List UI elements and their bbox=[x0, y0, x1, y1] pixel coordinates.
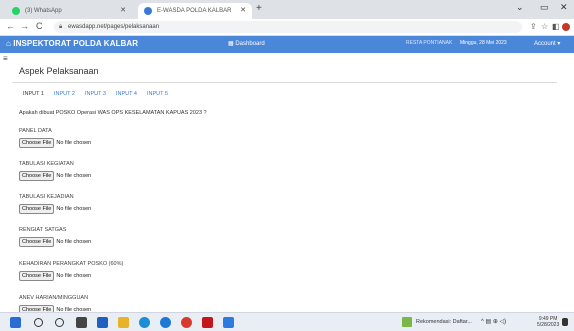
page-title: Aspek Pelaksanaan bbox=[19, 66, 99, 76]
date-label: Minggu, 28 Mei 2023 bbox=[460, 40, 507, 46]
notification-item[interactable]: Rekomendasi: Daftar... bbox=[402, 317, 472, 327]
url-bar[interactable]: 🔒︎ ewasdapp.net/pages/pelaksanaan bbox=[54, 21, 522, 33]
tab-whatsapp[interactable]: (3) WhatsApp ✕ bbox=[6, 3, 132, 19]
search-icon[interactable] bbox=[34, 318, 43, 327]
new-tab-button[interactable]: + bbox=[256, 3, 262, 14]
close-tab-icon[interactable]: ✕ bbox=[120, 6, 126, 14]
brand-text: INSPEKTORAT POLDA KALBAR bbox=[13, 39, 139, 48]
star-icon[interactable]: ☆ bbox=[541, 22, 548, 31]
no-file-text: No file chosen bbox=[56, 273, 92, 279]
field-label: TABULASI KEJADIAN bbox=[19, 194, 74, 200]
reload-icon[interactable]: C bbox=[36, 21, 43, 31]
tab-input-4[interactable]: INPUT 4 bbox=[112, 89, 141, 101]
app-navbar: ⌂ INSPEKTORAT POLDA KALBAR ▦ Dashboard R… bbox=[0, 36, 574, 53]
tab-input-1[interactable]: INPUT 1 bbox=[19, 89, 48, 101]
tab-input-3[interactable]: INPUT 3 bbox=[81, 89, 110, 101]
divider bbox=[12, 82, 557, 83]
close-tab-icon[interactable]: ✕ bbox=[240, 6, 246, 14]
no-file-text: No file chosen bbox=[56, 206, 92, 212]
share-icon[interactable]: ⇪ bbox=[530, 22, 537, 31]
field-label: PANEL DATA bbox=[19, 128, 52, 134]
field-label: TABULASI KEGIATAN bbox=[19, 161, 74, 167]
minimize-icon[interactable]: ⌄ bbox=[516, 2, 524, 13]
whatsapp-icon bbox=[12, 7, 20, 15]
forward-icon[interactable]: → bbox=[20, 21, 29, 31]
task-view-icon[interactable] bbox=[76, 317, 87, 328]
edge-icon[interactable] bbox=[139, 317, 150, 328]
notification-center-icon[interactable] bbox=[562, 318, 568, 326]
back-icon[interactable]: ← bbox=[6, 21, 15, 31]
brand-link[interactable]: ⌂ INSPEKTORAT POLDA KALBAR bbox=[6, 39, 138, 48]
field-panel-data: PANEL DATA Choose File No file chosen bbox=[19, 128, 319, 148]
question-text: Apakah dibuat POSKO Operasi WAS OPS KESE… bbox=[19, 110, 207, 116]
choose-file-button[interactable]: Choose File bbox=[19, 171, 55, 181]
account-menu[interactable]: Account ▾ bbox=[534, 40, 560, 47]
sidebar-icon[interactable]: ◧ bbox=[552, 22, 560, 31]
tab-title: E-WASDA POLDA KALBAR bbox=[157, 8, 232, 14]
field-kehadiran-perangkat: KEHADIRAN PERANGKAT POSKO (60%) Choose F… bbox=[19, 261, 319, 281]
profile-avatar[interactable] bbox=[562, 23, 570, 31]
browser-icon[interactable] bbox=[160, 317, 171, 328]
store-icon[interactable] bbox=[97, 317, 108, 328]
home-icon: ⌂ bbox=[6, 39, 11, 48]
tab-input-5[interactable]: INPUT 5 bbox=[143, 89, 172, 101]
dashboard-icon: ▦ bbox=[228, 41, 234, 47]
chrome-icon[interactable] bbox=[181, 317, 192, 328]
lock-icon: 🔒︎ bbox=[59, 24, 63, 30]
no-file-text: No file chosen bbox=[56, 140, 92, 146]
url-text: ewasdapp.net/pages/pelaksanaan bbox=[68, 24, 160, 30]
site-favicon-icon bbox=[144, 7, 152, 15]
field-rengiat-satgas: RENGIAT SATGAS Choose File No file chosen bbox=[19, 227, 319, 247]
tab-title: (3) WhatsApp bbox=[25, 8, 62, 14]
dashboard-label: Dashboard bbox=[235, 41, 265, 47]
dashboard-link[interactable]: ▦ Dashboard bbox=[228, 40, 265, 47]
resta-label: RESTA PONTIANAK bbox=[406, 40, 453, 46]
field-tabulasi-kegiatan: TABULASI KEGIATAN Choose File No file cho… bbox=[19, 161, 319, 181]
field-label: RENGIAT SATGAS bbox=[19, 227, 67, 233]
clock[interactable]: 9:49 PM 5/28/2023 bbox=[537, 316, 559, 328]
tab-ewasda[interactable]: E-WASDA POLDA KALBAR ✕ bbox=[138, 3, 252, 19]
close-window-icon[interactable]: ✕ bbox=[560, 2, 568, 13]
choose-file-button[interactable]: Choose File bbox=[19, 138, 55, 148]
main-content: Aspek Pelaksanaan INPUT 1 INPUT 2 INPUT … bbox=[0, 60, 574, 315]
clock-date: 5/28/2023 bbox=[537, 322, 560, 328]
no-file-text: No file chosen bbox=[56, 173, 92, 179]
choose-file-button[interactable]: Choose File bbox=[19, 271, 55, 281]
tab-input-2[interactable]: INPUT 2 bbox=[50, 89, 79, 101]
start-icon[interactable] bbox=[10, 317, 21, 328]
pdf-icon[interactable] bbox=[202, 317, 213, 328]
file-explorer-icon[interactable] bbox=[118, 317, 129, 328]
input-tabs: INPUT 1 INPUT 2 INPUT 3 INPUT 4 INPUT 5 bbox=[19, 89, 172, 101]
notification-text: Rekomendasi: Daftar... bbox=[416, 319, 472, 325]
browser-tab-bar: (3) WhatsApp ✕ E-WASDA POLDA KALBAR ✕ + … bbox=[0, 0, 574, 19]
cortana-icon[interactable] bbox=[55, 318, 64, 327]
system-tray-icons[interactable]: ^ ▤ ⊕ ◁) bbox=[481, 318, 506, 325]
field-label: ANEV HARIAN/MINGGUAN bbox=[19, 295, 89, 301]
no-file-text: No file chosen bbox=[56, 239, 92, 245]
field-label: KEHADIRAN PERANGKAT POSKO (60%) bbox=[19, 261, 124, 267]
photos-icon[interactable] bbox=[223, 317, 234, 328]
weather-icon bbox=[402, 317, 412, 327]
choose-file-button[interactable]: Choose File bbox=[19, 204, 55, 214]
restore-icon[interactable]: ▭ bbox=[540, 2, 549, 13]
choose-file-button[interactable]: Choose File bbox=[19, 237, 55, 247]
field-tabulasi-kejadian: TABULASI KEJADIAN Choose File No file cho… bbox=[19, 194, 319, 214]
address-bar-row: ← → C 🔒︎ ewasdapp.net/pages/pelaksanaan … bbox=[0, 19, 574, 36]
taskbar: Rekomendasi: Daftar... ^ ▤ ⊕ ◁) 9:49 PM … bbox=[0, 312, 574, 331]
